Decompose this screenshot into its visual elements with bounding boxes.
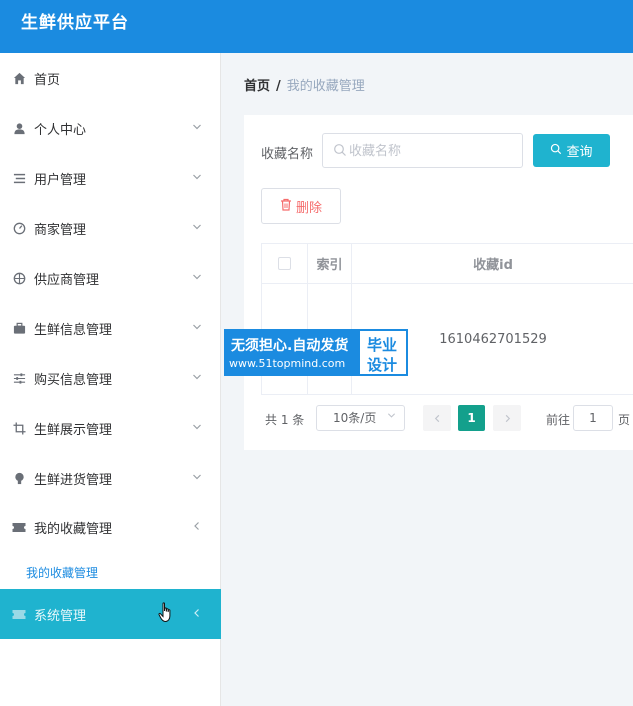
chevron-right-icon (505, 414, 510, 422)
table-header-select (262, 244, 308, 284)
sidebar-item-label: 个人中心 (34, 122, 87, 138)
sidebar-item-label: 商家管理 (34, 222, 87, 238)
sidebar-item-home[interactable]: 首页 (0, 53, 221, 103)
pagination-total: 共 1 条 (265, 413, 305, 427)
table-header-label: 索引 (316, 258, 343, 273)
top-bar: 生鲜供应平台 (0, 0, 633, 53)
goto-label: 前往 (546, 413, 571, 427)
ticket-icon (12, 520, 26, 534)
breadcrumb-separator: / (276, 79, 281, 94)
table-header-index: 索引 (308, 244, 352, 284)
watermark-line2: www.51topmind.com (229, 357, 346, 370)
user-icon (12, 121, 26, 135)
breadcrumb: 首页 / 我的收藏管理 (244, 75, 365, 94)
sidebar-item-purchase-info-management[interactable]: 购买信息管理 (0, 353, 221, 403)
search-input[interactable] (349, 140, 509, 162)
sidebar-item-label: 生鲜信息管理 (34, 322, 113, 338)
sidebar-item-fresh-stock-management[interactable]: 生鲜进货管理 (0, 453, 221, 503)
watermark-banner: 无须担心.自动发货 www.51topmind.com 毕业 设计 (224, 329, 408, 376)
chevron-down-icon (387, 406, 396, 430)
prev-page-button[interactable] (423, 405, 451, 431)
delete-button-label: 删除 (295, 200, 322, 216)
sidebar-item-label: 我的收藏管理 (34, 521, 113, 537)
sliders-icon (12, 371, 26, 385)
gauge-icon (12, 221, 26, 235)
select-all-checkbox[interactable] (278, 257, 291, 270)
page-number-button[interactable]: 1 (458, 405, 485, 431)
search-box[interactable] (322, 133, 523, 168)
chevron-down-icon (192, 272, 202, 285)
crop-icon (12, 421, 26, 435)
chevron-left-icon (434, 414, 439, 422)
table-cell-collect-id: 1610462701529 (439, 332, 547, 347)
ticket-icon (12, 607, 26, 621)
sidebar-item-my-collection-management[interactable]: 我的收藏管理 (0, 502, 221, 552)
delete-button[interactable]: 删除 (261, 188, 341, 224)
bulb-icon (12, 471, 26, 485)
chevron-down-icon (192, 472, 202, 485)
sidebar-subitem-label: 我的收藏管理 (26, 566, 99, 580)
goto-page-input[interactable]: 1 (573, 405, 613, 431)
compass-icon (12, 271, 26, 285)
page-suffix: 页 (618, 413, 631, 427)
chevron-down-icon (192, 172, 202, 185)
sidebar-item-supplier-management[interactable]: 供应商管理 (0, 253, 221, 303)
page-size-select[interactable]: 10条/页 (316, 405, 405, 431)
chevron-down-icon (192, 372, 202, 385)
sidebar-item-user-management[interactable]: 用户管理 (0, 153, 221, 203)
chevron-left-icon (192, 521, 202, 534)
home-icon (12, 71, 26, 85)
table-header-collect-id: 收藏id (352, 244, 633, 284)
sidebar-item-merchant-management[interactable]: 商家管理 (0, 203, 221, 253)
watermark-line1: 无须担心.自动发货 (231, 338, 349, 354)
chevron-down-icon (192, 222, 202, 235)
sidebar-item-label: 购买信息管理 (34, 372, 113, 388)
page-size-value: 10条/页 (333, 411, 377, 425)
sidebar-item-fresh-display-management[interactable]: 生鲜展示管理 (0, 403, 221, 453)
sidebar-item-fresh-info-management[interactable]: 生鲜信息管理 (0, 303, 221, 353)
sidebar-item-label: 供应商管理 (34, 272, 100, 288)
list-icon (12, 171, 26, 185)
watermark-right1: 毕业 (367, 336, 398, 354)
app-title: 生鲜供应平台 (21, 13, 129, 33)
search-label: 收藏名称 (261, 147, 314, 162)
chevron-down-icon (192, 322, 202, 335)
sidebar-item-personal-center[interactable]: 个人中心 (0, 103, 221, 153)
trash-icon (280, 198, 292, 215)
breadcrumb-current: 我的收藏管理 (286, 79, 365, 94)
search-icon (333, 143, 347, 157)
sidebar-item-label: 系统管理 (34, 608, 87, 624)
sidebar-item-label: 生鲜展示管理 (34, 422, 113, 438)
chevron-left-icon (192, 608, 202, 621)
breadcrumb-home[interactable]: 首页 (244, 79, 270, 94)
query-button-label: 查询 (566, 145, 593, 160)
table-header-label: 收藏id (473, 258, 513, 273)
sidebar-item-label: 生鲜进货管理 (34, 472, 113, 488)
sidebar-subitem-my-collection[interactable]: 我的收藏管理 (0, 555, 221, 589)
sidebar-item-system-management[interactable]: 系统管理 (0, 589, 221, 639)
search-icon (550, 143, 562, 159)
chevron-down-icon (192, 122, 202, 135)
hand-cursor-icon (158, 602, 174, 624)
briefcase-icon (12, 321, 26, 335)
watermark-right2: 设计 (367, 356, 398, 374)
sidebar-item-label: 首页 (34, 72, 61, 88)
query-button[interactable]: 查询 (533, 134, 610, 167)
watermark-left-block: 无须担心.自动发货 www.51topmind.com (226, 331, 360, 374)
next-page-button[interactable] (493, 405, 521, 431)
sidebar-item-label: 用户管理 (34, 172, 87, 188)
chevron-down-icon (192, 422, 202, 435)
